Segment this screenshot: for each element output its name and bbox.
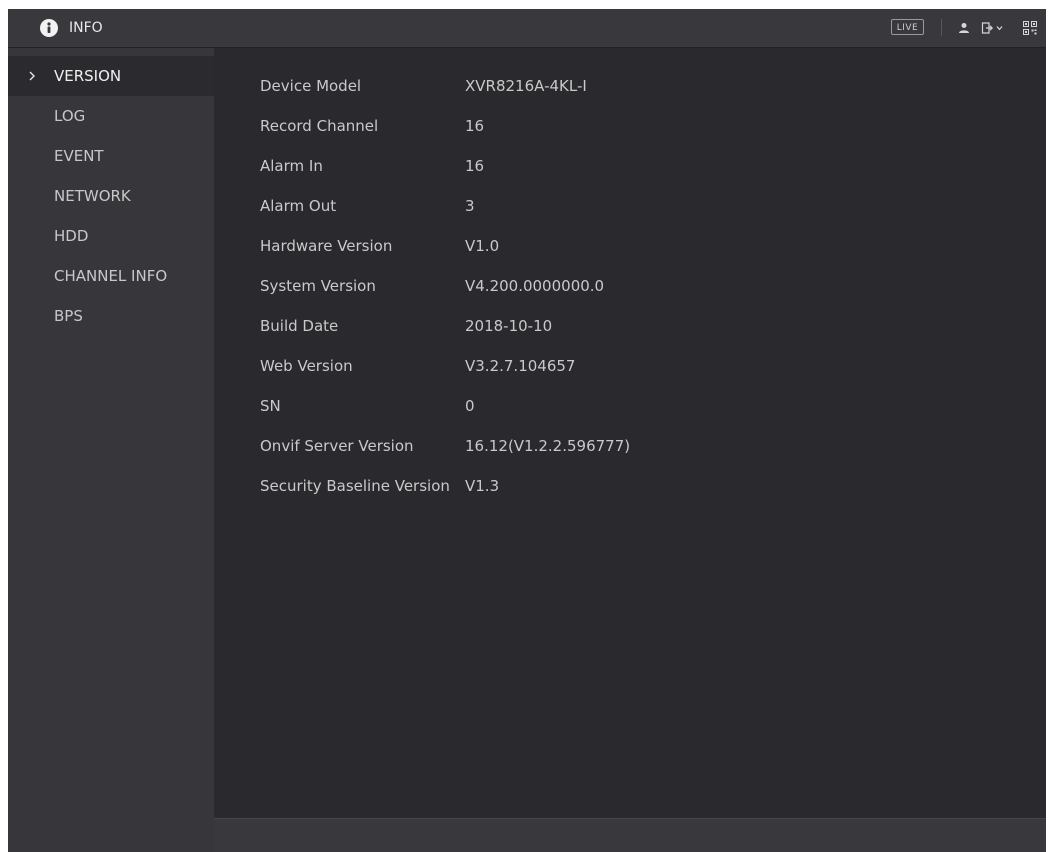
info-row-hardware-version: Hardware Version V1.0 [260, 226, 499, 266]
info-label: SN [260, 397, 281, 415]
info-value: 16.12(V1.2.2.596777) [465, 437, 631, 455]
sidebar: VERSION LOG EVENT NETWORK HDD CHANNEL IN… [8, 48, 214, 852]
top-bar: INFO LIVE [8, 9, 1046, 48]
info-value: V3.2.7.104657 [465, 357, 576, 375]
info-label: Hardware Version [260, 237, 393, 255]
sidebar-item-version[interactable]: VERSION [8, 56, 214, 96]
live-button[interactable]: LIVE [891, 19, 924, 35]
info-circle-icon [40, 19, 58, 37]
info-label: Onvif Server Version [260, 437, 414, 455]
info-label: Web Version [260, 357, 353, 375]
info-label: Security Baseline Version [260, 477, 450, 495]
info-value: 2018-10-10 [465, 317, 553, 335]
info-window: INFO LIVE VERSION LOG EVENT NETWORK HDD … [8, 9, 1046, 852]
toolbar-divider [941, 19, 942, 36]
info-value: 16 [465, 157, 485, 175]
chevron-right-icon [28, 56, 38, 96]
sidebar-item-log[interactable]: LOG [8, 96, 214, 136]
sidebar-item-channel-info[interactable]: CHANNEL INFO [8, 256, 214, 296]
info-row-sn: SN 0 [260, 386, 475, 426]
info-row-device-model: Device Model XVR8216A-4KL-I [260, 66, 587, 106]
sidebar-item-hdd[interactable]: HDD [8, 216, 214, 256]
footer-bar [214, 818, 1046, 852]
info-row-alarm-out: Alarm Out 3 [260, 186, 475, 226]
sidebar-item-label: LOG [54, 107, 86, 125]
info-label: Alarm Out [260, 197, 337, 215]
sidebar-item-label: EVENT [54, 147, 104, 165]
info-label: Record Channel [260, 117, 379, 135]
info-row-record-channel: Record Channel 16 [260, 106, 484, 146]
info-label: Build Date [260, 317, 339, 335]
sidebar-item-event[interactable]: EVENT [8, 136, 214, 176]
info-row-build-date: Build Date 2018-10-10 [260, 306, 552, 346]
sidebar-item-label: HDD [54, 227, 89, 245]
sidebar-item-label: CHANNEL INFO [54, 267, 168, 285]
info-label: Alarm In [260, 157, 323, 175]
info-row-alarm-in: Alarm In 16 [260, 146, 484, 186]
qr-code-icon[interactable] [1023, 21, 1037, 35]
user-icon[interactable] [958, 21, 970, 35]
info-label: System Version [260, 277, 376, 295]
info-value: 3 [465, 197, 475, 215]
sidebar-item-label: BPS [54, 307, 83, 325]
logout-icon[interactable] [981, 21, 1005, 35]
info-value: V1.0 [465, 237, 500, 255]
page-title: INFO [69, 20, 103, 36]
info-value: XVR8216A-4KL-I [465, 77, 587, 95]
info-row-onvif-server-version: Onvif Server Version 16.12(V1.2.2.596777) [260, 426, 630, 466]
sidebar-item-label: VERSION [54, 67, 122, 85]
info-row-web-version: Web Version V3.2.7.104657 [260, 346, 575, 386]
info-value: V1.3 [465, 477, 500, 495]
info-value: 16 [465, 117, 485, 135]
info-row-system-version: System Version V4.200.0000000.0 [260, 266, 604, 306]
info-label: Device Model [260, 77, 362, 95]
info-row-security-baseline-version: Security Baseline Version V1.3 [260, 466, 499, 506]
info-value: V4.200.0000000.0 [465, 277, 605, 295]
sidebar-item-network[interactable]: NETWORK [8, 176, 214, 216]
info-value: 0 [465, 397, 475, 415]
sidebar-item-label: NETWORK [54, 187, 131, 205]
sidebar-item-bps[interactable]: BPS [8, 296, 214, 336]
